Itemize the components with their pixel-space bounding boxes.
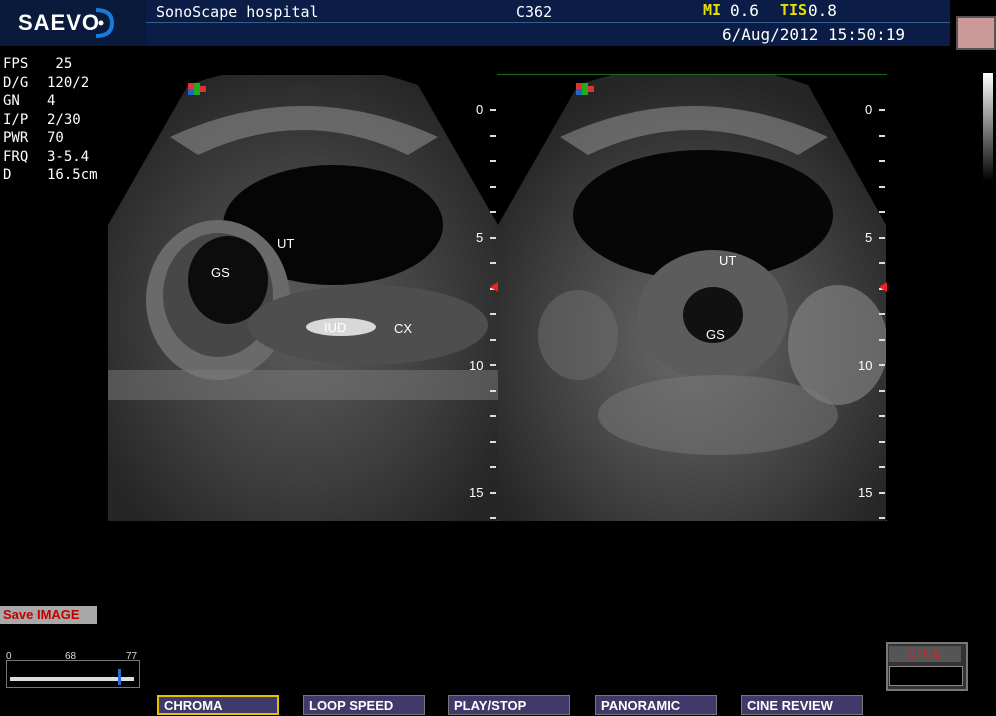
param-ip: I/P 2/30 <box>3 111 81 130</box>
depth-tick <box>879 466 885 468</box>
probe-orientation-icon <box>576 83 594 95</box>
annotation-ut: UT <box>719 253 737 268</box>
depth-tick <box>490 134 496 137</box>
param-value: 4 <box>47 93 56 109</box>
depth-tick <box>490 415 496 417</box>
depth-label: 15 <box>469 485 484 500</box>
param-value: 16.5cm <box>47 167 98 183</box>
grayscale-bar <box>983 73 993 181</box>
depth-tick <box>490 466 496 468</box>
chroma-button[interactable]: CHROMA <box>157 695 279 715</box>
depth-label: 0 <box>476 102 484 117</box>
hospital-name: SonoScape hospital <box>156 3 319 21</box>
right-ultrasound-image[interactable] <box>498 75 886 521</box>
mi-label: MI <box>703 1 722 19</box>
depth-tick <box>879 313 885 315</box>
depth-tick <box>490 389 496 392</box>
save-image-button[interactable]: Save IMAGE <box>0 606 97 624</box>
depth-tick <box>879 160 885 162</box>
param-frq: FRQ 3-5.4 <box>3 148 89 167</box>
brand-logo-icon <box>95 8 115 38</box>
depth-tick <box>879 185 885 188</box>
param-key: D/G <box>3 74 29 91</box>
depth-tick <box>490 440 496 443</box>
depth-tick <box>490 236 496 239</box>
slider-min: 0 <box>6 651 12 662</box>
depth-tick <box>879 262 885 264</box>
param-dg: D/G 120/2 <box>3 74 89 93</box>
depth-label: 10 <box>469 358 484 373</box>
depth-tick <box>879 109 885 111</box>
depth-tick <box>879 236 885 239</box>
slider-handle[interactable] <box>118 669 121 685</box>
depth-tick <box>879 440 885 443</box>
depth-tick <box>879 364 885 366</box>
depth-label: 0 <box>865 102 873 117</box>
param-value: 25 <box>47 56 73 72</box>
depth-tick <box>490 211 496 213</box>
probe-orientation-icon <box>188 83 206 95</box>
depth-tick <box>879 517 885 519</box>
depth-label: 5 <box>476 230 484 245</box>
tis-value: 0.8 <box>808 1 837 20</box>
param-key: GN <box>3 93 20 109</box>
depth-tick <box>879 338 885 341</box>
depth-tick <box>490 338 496 341</box>
annotation-ut: UT <box>277 236 295 251</box>
loop-speed-button[interactable]: LOOP SPEED <box>303 695 425 715</box>
depth-tick <box>490 185 496 188</box>
imaging-params: FPS 25 D/G 120/2 GN 4 I/P 2/30 PWR 70 FRQ 3-5… <box>3 55 98 185</box>
probe-name: C362 <box>516 3 553 21</box>
depth-tick <box>490 517 496 519</box>
patient-thumbnail-icon[interactable] <box>956 16 996 50</box>
param-depth: D 16.5cm <box>3 166 98 185</box>
panoramic-button[interactable]: PANORAMIC <box>595 695 717 715</box>
param-fps: FPS 25 <box>3 55 72 74</box>
play-stop-button[interactable]: PLAY/STOP <box>448 695 570 715</box>
param-value: 120/2 <box>47 74 90 91</box>
brand-logo: SAEVO <box>18 10 101 35</box>
depth-label: 10 <box>858 358 873 373</box>
param-pwr: PWR 70 <box>3 129 64 148</box>
date-time: 6/Aug/2012 15:50:19 <box>722 25 906 44</box>
depth-tick <box>490 160 496 162</box>
annotation-gs: GS <box>706 327 725 342</box>
annotation-gs: GS <box>211 265 230 280</box>
annotation-cx: CX <box>394 321 413 336</box>
depth-tick <box>490 262 496 264</box>
cine-review-button[interactable]: CINE REVIEW <box>741 695 863 715</box>
annotation-iud: IUD <box>324 320 347 335</box>
param-key: D <box>3 167 12 183</box>
depth-tick <box>490 491 496 494</box>
depth-label: 5 <box>865 230 873 245</box>
focus-marker-icon[interactable] <box>490 282 498 292</box>
param-key: I/P <box>3 111 29 128</box>
slider-max: 77 <box>126 651 138 662</box>
depth-tick <box>879 415 885 417</box>
depth-tick <box>879 134 885 137</box>
depth-tick <box>879 211 885 213</box>
cine-label: CINE <box>889 646 961 662</box>
left-ultrasound-image[interactable] <box>108 75 498 521</box>
param-value: 3-5.4 <box>47 148 90 165</box>
param-key: FRQ <box>3 148 29 165</box>
depth-label: 15 <box>858 485 873 500</box>
param-gn: GN 4 <box>3 92 55 111</box>
tis-label: TIS <box>780 1 808 19</box>
param-key: FPS <box>3 56 29 72</box>
focus-marker-icon[interactable] <box>879 282 887 292</box>
depth-tick <box>879 389 885 392</box>
param-key: PWR <box>3 130 29 146</box>
slider-mid: 68 <box>65 651 77 662</box>
depth-tick <box>490 313 496 315</box>
depth-tick <box>490 364 496 366</box>
param-value: 70 <box>47 130 64 146</box>
slider-track[interactable] <box>10 677 134 681</box>
mi-value: 0.6 <box>730 1 759 20</box>
param-value: 2/30 <box>47 111 81 128</box>
depth-tick <box>490 109 496 111</box>
depth-tick <box>879 491 885 494</box>
cine-field[interactable] <box>889 666 963 686</box>
